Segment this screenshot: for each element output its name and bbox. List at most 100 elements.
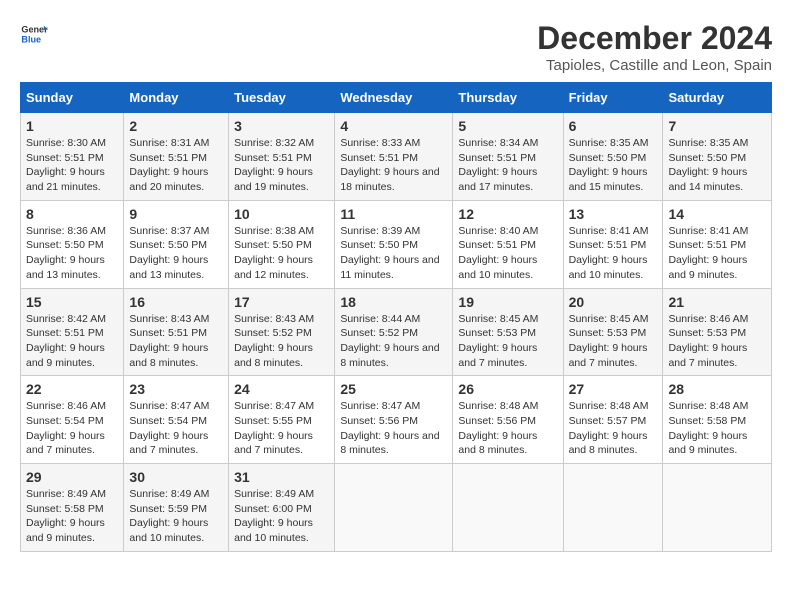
table-row	[663, 464, 772, 552]
day-number: 10	[234, 206, 329, 222]
cell-info: Sunrise: 8:32 AMSunset: 5:51 PMDaylight:…	[234, 137, 314, 193]
table-row: 24 Sunrise: 8:47 AMSunset: 5:55 PMDaylig…	[229, 376, 335, 464]
cell-info: Sunrise: 8:43 AMSunset: 5:51 PMDaylight:…	[129, 313, 209, 369]
cell-info: Sunrise: 8:42 AMSunset: 5:51 PMDaylight:…	[26, 313, 106, 369]
day-number: 21	[668, 294, 766, 310]
table-row: 8 Sunrise: 8:36 AMSunset: 5:50 PMDayligh…	[21, 200, 124, 288]
day-number: 24	[234, 381, 329, 397]
cell-info: Sunrise: 8:35 AMSunset: 5:50 PMDaylight:…	[668, 137, 748, 193]
page-title: December 2024	[537, 20, 772, 57]
col-saturday: Saturday	[663, 83, 772, 113]
col-monday: Monday	[124, 83, 229, 113]
day-number: 13	[569, 206, 658, 222]
table-row: 16 Sunrise: 8:43 AMSunset: 5:51 PMDaylig…	[124, 288, 229, 376]
col-sunday: Sunday	[21, 83, 124, 113]
logo-icon: General Blue	[20, 20, 48, 48]
day-number: 9	[129, 206, 223, 222]
cell-info: Sunrise: 8:36 AMSunset: 5:50 PMDaylight:…	[26, 225, 106, 281]
col-friday: Friday	[563, 83, 663, 113]
cell-info: Sunrise: 8:38 AMSunset: 5:50 PMDaylight:…	[234, 225, 314, 281]
cell-info: Sunrise: 8:40 AMSunset: 5:51 PMDaylight:…	[458, 225, 538, 281]
cell-info: Sunrise: 8:30 AMSunset: 5:51 PMDaylight:…	[26, 137, 106, 193]
day-number: 26	[458, 381, 557, 397]
cell-info: Sunrise: 8:45 AMSunset: 5:53 PMDaylight:…	[458, 313, 538, 369]
table-row: 6 Sunrise: 8:35 AMSunset: 5:50 PMDayligh…	[563, 113, 663, 201]
cell-info: Sunrise: 8:41 AMSunset: 5:51 PMDaylight:…	[668, 225, 748, 281]
table-row: 27 Sunrise: 8:48 AMSunset: 5:57 PMDaylig…	[563, 376, 663, 464]
table-row	[335, 464, 453, 552]
table-row: 20 Sunrise: 8:45 AMSunset: 5:53 PMDaylig…	[563, 288, 663, 376]
table-row: 1 Sunrise: 8:30 AMSunset: 5:51 PMDayligh…	[21, 113, 124, 201]
col-tuesday: Tuesday	[229, 83, 335, 113]
title-area: December 2024 Tapioles, Castille and Leo…	[537, 20, 772, 74]
cell-info: Sunrise: 8:44 AMSunset: 5:52 PMDaylight:…	[340, 313, 439, 369]
day-number: 8	[26, 206, 118, 222]
day-number: 25	[340, 381, 447, 397]
cell-info: Sunrise: 8:31 AMSunset: 5:51 PMDaylight:…	[129, 137, 209, 193]
day-number: 30	[129, 469, 223, 485]
day-number: 16	[129, 294, 223, 310]
table-row: 25 Sunrise: 8:47 AMSunset: 5:56 PMDaylig…	[335, 376, 453, 464]
cell-info: Sunrise: 8:48 AMSunset: 5:58 PMDaylight:…	[668, 400, 748, 456]
table-row: 23 Sunrise: 8:47 AMSunset: 5:54 PMDaylig…	[124, 376, 229, 464]
cell-info: Sunrise: 8:33 AMSunset: 5:51 PMDaylight:…	[340, 137, 439, 193]
table-row: 18 Sunrise: 8:44 AMSunset: 5:52 PMDaylig…	[335, 288, 453, 376]
page-subtitle: Tapioles, Castille and Leon, Spain	[537, 57, 772, 74]
table-row: 10 Sunrise: 8:38 AMSunset: 5:50 PMDaylig…	[229, 200, 335, 288]
table-row: 12 Sunrise: 8:40 AMSunset: 5:51 PMDaylig…	[453, 200, 563, 288]
table-row	[563, 464, 663, 552]
cell-info: Sunrise: 8:48 AMSunset: 5:56 PMDaylight:…	[458, 400, 538, 456]
calendar-table: Sunday Monday Tuesday Wednesday Thursday…	[20, 82, 772, 552]
table-row: 21 Sunrise: 8:46 AMSunset: 5:53 PMDaylig…	[663, 288, 772, 376]
table-row: 5 Sunrise: 8:34 AMSunset: 5:51 PMDayligh…	[453, 113, 563, 201]
svg-text:Blue: Blue	[21, 34, 41, 44]
col-thursday: Thursday	[453, 83, 563, 113]
logo: General Blue	[20, 20, 48, 48]
table-row: 7 Sunrise: 8:35 AMSunset: 5:50 PMDayligh…	[663, 113, 772, 201]
table-row: 26 Sunrise: 8:48 AMSunset: 5:56 PMDaylig…	[453, 376, 563, 464]
cell-info: Sunrise: 8:43 AMSunset: 5:52 PMDaylight:…	[234, 313, 314, 369]
day-number: 14	[668, 206, 766, 222]
cell-info: Sunrise: 8:41 AMSunset: 5:51 PMDaylight:…	[569, 225, 649, 281]
cell-info: Sunrise: 8:34 AMSunset: 5:51 PMDaylight:…	[458, 137, 538, 193]
day-number: 12	[458, 206, 557, 222]
day-number: 28	[668, 381, 766, 397]
cell-info: Sunrise: 8:47 AMSunset: 5:55 PMDaylight:…	[234, 400, 314, 456]
col-wednesday: Wednesday	[335, 83, 453, 113]
day-number: 4	[340, 118, 447, 134]
day-number: 29	[26, 469, 118, 485]
cell-info: Sunrise: 8:48 AMSunset: 5:57 PMDaylight:…	[569, 400, 649, 456]
header: General Blue December 2024 Tapioles, Cas…	[20, 20, 772, 74]
table-row: 31 Sunrise: 8:49 AMSunset: 6:00 PMDaylig…	[229, 464, 335, 552]
day-number: 11	[340, 206, 447, 222]
table-row: 13 Sunrise: 8:41 AMSunset: 5:51 PMDaylig…	[563, 200, 663, 288]
table-row: 15 Sunrise: 8:42 AMSunset: 5:51 PMDaylig…	[21, 288, 124, 376]
table-row: 30 Sunrise: 8:49 AMSunset: 5:59 PMDaylig…	[124, 464, 229, 552]
day-number: 15	[26, 294, 118, 310]
day-number: 7	[668, 118, 766, 134]
table-row: 22 Sunrise: 8:46 AMSunset: 5:54 PMDaylig…	[21, 376, 124, 464]
day-number: 5	[458, 118, 557, 134]
day-number: 31	[234, 469, 329, 485]
day-number: 20	[569, 294, 658, 310]
cell-info: Sunrise: 8:47 AMSunset: 5:56 PMDaylight:…	[340, 400, 439, 456]
table-row: 28 Sunrise: 8:48 AMSunset: 5:58 PMDaylig…	[663, 376, 772, 464]
cell-info: Sunrise: 8:39 AMSunset: 5:50 PMDaylight:…	[340, 225, 439, 281]
day-number: 1	[26, 118, 118, 134]
day-number: 22	[26, 381, 118, 397]
cell-info: Sunrise: 8:47 AMSunset: 5:54 PMDaylight:…	[129, 400, 209, 456]
table-row: 4 Sunrise: 8:33 AMSunset: 5:51 PMDayligh…	[335, 113, 453, 201]
table-row: 2 Sunrise: 8:31 AMSunset: 5:51 PMDayligh…	[124, 113, 229, 201]
cell-info: Sunrise: 8:37 AMSunset: 5:50 PMDaylight:…	[129, 225, 209, 281]
cell-info: Sunrise: 8:49 AMSunset: 5:58 PMDaylight:…	[26, 488, 106, 544]
table-row: 17 Sunrise: 8:43 AMSunset: 5:52 PMDaylig…	[229, 288, 335, 376]
day-number: 23	[129, 381, 223, 397]
header-row: Sunday Monday Tuesday Wednesday Thursday…	[21, 83, 772, 113]
day-number: 2	[129, 118, 223, 134]
day-number: 19	[458, 294, 557, 310]
cell-info: Sunrise: 8:49 AMSunset: 5:59 PMDaylight:…	[129, 488, 209, 544]
table-row: 11 Sunrise: 8:39 AMSunset: 5:50 PMDaylig…	[335, 200, 453, 288]
cell-info: Sunrise: 8:46 AMSunset: 5:54 PMDaylight:…	[26, 400, 106, 456]
table-row: 3 Sunrise: 8:32 AMSunset: 5:51 PMDayligh…	[229, 113, 335, 201]
cell-info: Sunrise: 8:49 AMSunset: 6:00 PMDaylight:…	[234, 488, 314, 544]
